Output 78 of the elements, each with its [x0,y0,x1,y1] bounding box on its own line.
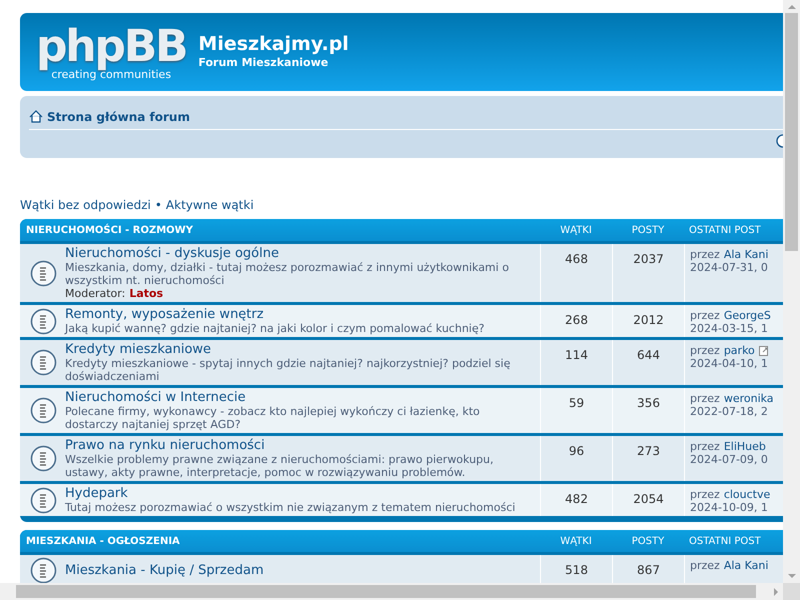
forum-title-link[interactable]: Mieszkania - Kupię / Sprzedam [65,563,264,578]
scrollbar-thumb[interactable] [785,13,798,251]
forum-description: Polecane firmy, wykonawcy - zobacz kto najlepiej wykończy ci łazienkę, kto dostarczy najtaniej sprzęt AGD? [65,405,481,431]
horizontal-scrollbar[interactable] [0,583,783,600]
help-icon[interactable] [775,134,783,148]
view-latest-post-icon[interactable] [758,346,769,356]
column-header: OSTATNI POST [688,224,762,238]
forum-read-icon [30,260,57,286]
last-post-by: przez [690,309,720,322]
scroll-down-icon[interactable] [788,574,796,578]
last-post-by: przez [690,344,720,357]
last-post-by: przez [690,488,720,501]
last-post-by: przez [690,440,720,453]
scroll-right-icon[interactable] [774,588,778,596]
topics-count: 482 [565,492,588,508]
posts-count: 867 [637,563,660,579]
last-post-by: przez [690,248,720,261]
last-post-date: 2024-04-10, 1 [690,357,769,370]
forum-read-icon [30,445,57,472]
last-post-date: 2024-07-09, 0 [690,453,769,466]
forum-description: Kredyty mieszkaniowe - spytaj innych gdzie najtaniej? najkorzystniej? podziel się doświadczeniami [65,357,512,383]
posts-count: 2054 [633,492,664,508]
forum-title-link[interactable]: Nieruchomości - dyskusje ogólne [65,246,536,261]
site-title: Mieszkajmy.pl [198,32,349,55]
last-post-author-link[interactable]: GeorgeS [724,309,771,322]
forum-description: Wszelkie problemy prawne związane z nieruchomościami: prawo pierwokupu, ustawy, akty prawne, interpretacje, pomoc w rozwiązywaniu problemów. [65,453,494,479]
topics-count: 518 [565,563,588,579]
column-header: POSTY [630,534,666,548]
last-post-by: przez [690,392,720,405]
home-icon [29,110,43,123]
forum-description: Tutaj możesz porozmawiać o wszystkim nie związanym z tematem nieruchomości [65,501,516,514]
topics-count: 268 [565,313,588,329]
active-topics-link[interactable]: Aktywne wątki [166,196,254,214]
topics-count: 59 [568,396,584,412]
separator-bullet: • [154,197,162,214]
forum-title-link[interactable]: Remonty, wyposażenie wnętrz [65,307,484,322]
column-header: WĄTKI [559,534,593,548]
unanswered-topics-link[interactable]: Wątki bez odpowiedzi [20,196,151,214]
forum-read-icon [30,397,57,424]
forum-read-icon [30,557,57,583]
posts-count: 356 [637,396,660,412]
topics-count: 114 [565,348,588,364]
last-post-author-link[interactable]: clouctve [724,488,770,501]
posts-count: 2012 [633,313,664,329]
forum-read-icon [30,349,57,376]
last-post-author-link[interactable]: parko [724,344,755,357]
last-post-date: 2024-03-15, 1 [690,322,769,335]
forum-title-link[interactable]: Nieruchomości w Internecie [65,390,536,405]
forum-read-icon [30,486,57,514]
topics-count: 96 [568,444,584,460]
scrollbar-thumb[interactable] [16,585,756,598]
forum-title-link[interactable]: Hydepark [65,486,516,501]
site-description: Forum Mieszkaniowe [198,54,330,71]
topics-count: 468 [565,252,588,268]
last-post-date: 2024-10-09, 1 [690,501,769,514]
column-header: POSTY [630,224,666,238]
moderator-label: Moderator: [65,287,126,300]
posts-count: 2037 [633,252,664,268]
forum-title-link[interactable]: Prawo na rynku nieruchomości [65,438,536,453]
column-header: WĄTKI [559,224,593,238]
last-post-author-link[interactable]: Ala Kani [724,248,768,261]
last-post-by: przez [690,559,720,572]
posts-count: 273 [637,444,660,460]
posts-count: 644 [637,348,660,364]
forum-read-icon [30,308,57,334]
last-post-date: 2022-07-18, 2 [690,405,769,418]
breadcrumb-link[interactable]: Strona główna forum [47,108,190,126]
column-header: OSTATNI POST [688,534,762,548]
forum-description: Jaką kupić wannę? gdzie najtaniej? na jaki kolor i czym pomalować kuchnię? [65,322,484,335]
scroll-up-icon[interactable] [788,5,796,9]
last-post-date: 2024-07-31, 0 [690,261,769,274]
moderator-link[interactable]: Latos [129,287,164,300]
last-post-author-link[interactable]: EliHueb [724,440,766,453]
forum-title-link[interactable]: Kredyty mieszkaniowe [65,342,536,357]
forum-description: Mieszkania, domy, działki - tutaj możesz porozmawiać z innymi użytkownikami o wszystkim nt. nieruchomości [65,261,510,287]
vertical-scrollbar[interactable] [783,0,800,583]
last-post-author-link[interactable]: weronika [724,392,774,405]
last-post-author-link[interactable]: Ala Kani [724,559,768,572]
